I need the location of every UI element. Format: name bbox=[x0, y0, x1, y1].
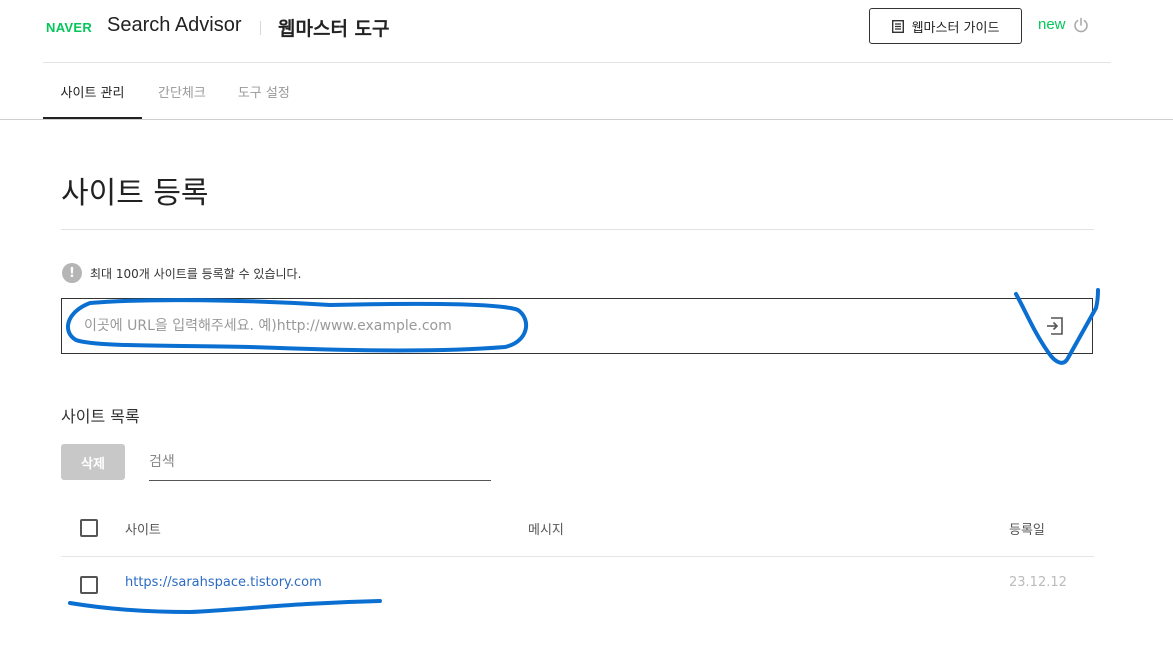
column-site: 사이트 bbox=[125, 523, 161, 538]
enter-arrow-icon bbox=[1047, 317, 1063, 335]
select-all-checkbox[interactable] bbox=[80, 519, 98, 537]
register-submit-button[interactable] bbox=[1042, 313, 1068, 339]
info-text: 최대 100개 사이트를 등록할 수 있습니다. bbox=[90, 266, 302, 281]
webmaster-guide-label: 웹마스터 가이드 bbox=[911, 20, 1000, 36]
url-input[interactable] bbox=[84, 299, 1024, 353]
column-message: 메시지 bbox=[528, 523, 564, 538]
tab-tool-settings[interactable]: 도구 설정 bbox=[238, 63, 290, 119]
delete-button[interactable]: 삭제 bbox=[61, 444, 125, 480]
new-label: new bbox=[1038, 16, 1066, 33]
site-list-title: 사이트 목록 bbox=[61, 407, 140, 426]
table-header: 사이트 메시지 등록일 bbox=[61, 505, 1094, 557]
list-icon bbox=[891, 19, 904, 33]
title-divider bbox=[61, 229, 1094, 230]
tab-site-management[interactable]: 사이트 관리 bbox=[43, 63, 142, 120]
tabs-divider bbox=[0, 119, 1173, 120]
search-field bbox=[149, 444, 491, 481]
page-title: 사이트 등록 bbox=[61, 176, 209, 211]
row-date: 23.12.12 bbox=[1009, 575, 1067, 590]
url-input-box bbox=[61, 298, 1093, 354]
column-date: 등록일 bbox=[1009, 523, 1045, 538]
brand-divider bbox=[260, 21, 261, 35]
tab-simple-check[interactable]: 간단체크 bbox=[158, 63, 206, 119]
naver-logo[interactable]: NAVER bbox=[46, 20, 92, 35]
exclamation-icon: ! bbox=[62, 263, 82, 283]
table-row: https://sarahspace.tistory.com 23.12.12 bbox=[61, 557, 1094, 611]
webmaster-guide-button[interactable]: 웹마스터 가이드 bbox=[869, 8, 1022, 44]
info-notice: ! 최대 100개 사이트를 등록할 수 있습니다. bbox=[62, 263, 301, 283]
search-input[interactable] bbox=[149, 444, 491, 480]
row-checkbox[interactable] bbox=[80, 576, 98, 594]
power-icon[interactable] bbox=[1073, 17, 1089, 33]
main-tabs: 사이트 관리 간단체크 도구 설정 bbox=[43, 63, 290, 120]
site-link[interactable]: https://sarahspace.tistory.com bbox=[125, 575, 322, 590]
top-header: NAVER Search Advisor 웹마스터 도구 웹마스터 가이드 ne… bbox=[0, 0, 1173, 62]
tool-title: 웹마스터 도구 bbox=[278, 18, 390, 40]
brand-title[interactable]: Search Advisor bbox=[107, 14, 242, 37]
